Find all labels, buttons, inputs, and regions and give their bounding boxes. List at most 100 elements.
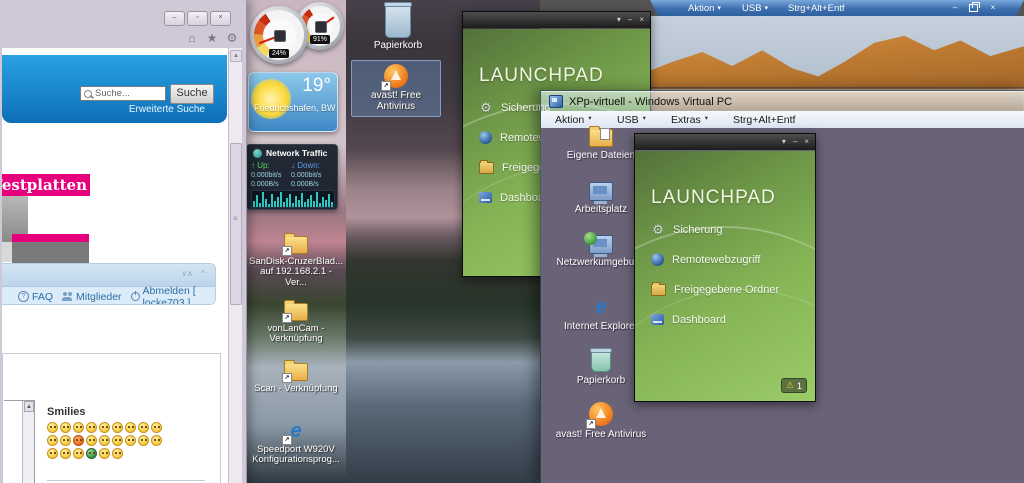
smiley-icon[interactable]	[99, 448, 110, 459]
close-button[interactable]: ×	[210, 11, 231, 26]
gear-icon[interactable]: ⚙	[224, 31, 240, 45]
menu-aktion[interactable]: Aktion ▾	[555, 113, 591, 126]
restore-button[interactable]	[966, 2, 980, 13]
logout-link[interactable]: Abmelden [ locke703 ]	[130, 285, 215, 304]
smiley-icon[interactable]	[47, 448, 58, 459]
network-traffic-gadget[interactable]: Network Traffic ↑ Up: ↓ Down: 0.000bit/s…	[246, 144, 338, 210]
smilies-panel: Smilies	[47, 406, 212, 459]
browser-scrollbar[interactable]: ▲	[228, 48, 242, 483]
close-button[interactable]: ×	[804, 138, 809, 146]
scrollbar-thumb[interactable]	[230, 143, 242, 305]
minimize-button[interactable]: –	[948, 2, 962, 13]
down-bytes: 0.000B/s	[291, 181, 319, 188]
smiley-icon[interactable]	[86, 448, 97, 459]
smiley-icon[interactable]	[112, 435, 123, 446]
desktop-icon-vonlancam[interactable]: vonLanCam -Verknüpfung	[248, 300, 344, 345]
desktop-icon-scan[interactable]: Scan - Verknüpfung	[248, 360, 344, 394]
smiley-icon[interactable]	[138, 422, 149, 433]
members-link[interactable]: Mitglieder	[62, 291, 122, 303]
internet-explorer-icon: e	[595, 296, 607, 318]
xp-icon-avast[interactable]: avast! Free Antivirus	[553, 402, 649, 440]
launchpad-titlebar[interactable]: ▾ – ×	[635, 134, 815, 150]
recycle-bin-icon	[384, 2, 412, 38]
smiley-icon[interactable]	[60, 448, 71, 459]
launchpad-item-remotewebzugriff[interactable]: Remotewebzugriff	[651, 251, 760, 268]
smiley-icon[interactable]	[99, 435, 110, 446]
smiley-icon[interactable]	[60, 422, 71, 433]
close-button[interactable]: ×	[639, 16, 644, 24]
vm-titlebar[interactable]: XPp-virtuell - Windows Virtual PC	[541, 91, 1024, 111]
power-icon	[130, 291, 140, 301]
smiley-icon[interactable]	[151, 435, 162, 446]
close-button[interactable]: ×	[986, 2, 1000, 13]
traffic-bar	[259, 203, 261, 207]
smiley-icon[interactable]	[86, 435, 97, 446]
traffic-bar	[271, 194, 273, 207]
menu-usb[interactable]: USB ▾	[617, 113, 646, 126]
advanced-search-link[interactable]: Erweiterte Suche	[129, 104, 205, 115]
vpc-toolbar-ctrlaltdel[interactable]: Strg+Alt+Entf	[788, 2, 845, 14]
search-input[interactable]: Suche...	[80, 86, 166, 101]
icon-label: vonLanCam - Verknüpfung	[267, 323, 325, 345]
browser-window: – ▫ × ⌂ ★ ⚙ Suche... Suche Erweiterte Su…	[0, 0, 247, 483]
options-button[interactable]: ▾	[617, 16, 621, 24]
folder-shortcut-icon	[282, 300, 308, 323]
desktop-icon-sandisk[interactable]: SanDisk-CruzerBlad...auf 192.168.2.1 - V…	[248, 233, 344, 288]
faq-link[interactable]: ? FAQ	[18, 291, 53, 303]
smiley-icon[interactable]	[73, 422, 84, 433]
options-button[interactable]: ▾	[782, 138, 786, 146]
desktop-icon-speedport[interactable]: e Speedport W920VKonfigurationsprog...	[248, 420, 344, 466]
minimize-button[interactable]: –	[628, 16, 632, 24]
smiley-icon[interactable]	[138, 435, 149, 446]
smiley-icon[interactable]	[73, 448, 84, 459]
smiley-icon[interactable]	[47, 435, 58, 446]
scroll-up-icon[interactable]: ▲	[24, 401, 34, 412]
down-label: ↓ Down:	[291, 161, 320, 170]
star-icon[interactable]: ★	[204, 31, 220, 45]
minimize-button[interactable]: –	[793, 138, 797, 146]
smiley-icon[interactable]	[125, 422, 136, 433]
icon-label: Arbeitsplatz	[574, 204, 628, 215]
globe-icon	[651, 253, 664, 266]
launchpad-item-freigegebene-ordner[interactable]: Freigegebene Ordner	[651, 281, 779, 298]
product-image-stripe	[12, 234, 89, 242]
smilies-title: Smilies	[47, 406, 86, 418]
cpu-gauge[interactable]: 24%	[250, 6, 308, 64]
traffic-bar	[310, 195, 312, 207]
vpc-toolbar-aktion[interactable]: Aktion ▾	[688, 2, 721, 14]
launchpad-item-sicherung[interactable]: ⚙ Sicherung	[651, 221, 723, 238]
smiley-icon[interactable]	[86, 422, 97, 433]
weather-gadget[interactable]: 19° Friedrichshafen, BW	[248, 72, 338, 132]
launchpad-item-dashboard[interactable]: Dashboard	[651, 311, 726, 328]
vpc-toolbar-usb[interactable]: USB ▾	[742, 2, 768, 14]
message-textarea[interactable]: ▲	[4, 400, 35, 483]
smiley-icon[interactable]	[73, 435, 84, 446]
smiley-icon[interactable]	[112, 422, 123, 433]
down-bits: 0.000bit/s	[291, 172, 322, 179]
textarea-scrollbar[interactable]: ▲	[22, 401, 34, 483]
scroll-up-icon[interactable]: ▲	[230, 50, 242, 62]
smiley-icon[interactable]	[60, 435, 71, 446]
item-label: Sicherung	[673, 223, 723, 236]
desktop-icon-avast-selected[interactable]: avast! Free Antivirus	[351, 60, 441, 117]
maximize-button[interactable]: ▫	[187, 11, 208, 26]
temperature: 19°	[302, 75, 331, 96]
search-button[interactable]: Suche	[170, 84, 214, 104]
desktop-screenshot: Aktion ▾ USB ▾ Strg+Alt+Entf – × ▾ – × L…	[0, 0, 1024, 483]
expand-icon[interactable]: ^	[201, 269, 205, 278]
collapse-icon[interactable]: ∨∧	[181, 269, 193, 278]
smiley-icon[interactable]	[99, 422, 110, 433]
launchpad-titlebar[interactable]: ▾ – ×	[463, 12, 650, 28]
minimize-button[interactable]: –	[164, 11, 185, 26]
menu-extras[interactable]: Extras ▾	[671, 113, 708, 126]
menu-ctrlaltdel[interactable]: Strg+Alt+Entf	[733, 113, 795, 126]
warning-badge[interactable]: ⚠ 1	[780, 378, 807, 393]
folder-shortcut-icon	[282, 233, 308, 256]
desktop-icon-papierkorb[interactable]: Papierkorb	[352, 2, 444, 52]
smiley-icon[interactable]	[125, 435, 136, 446]
memory-chip-icon	[315, 21, 327, 33]
smiley-icon[interactable]	[47, 422, 58, 433]
smiley-icon[interactable]	[151, 422, 162, 433]
smiley-icon[interactable]	[112, 448, 123, 459]
home-icon[interactable]: ⌂	[184, 31, 200, 45]
